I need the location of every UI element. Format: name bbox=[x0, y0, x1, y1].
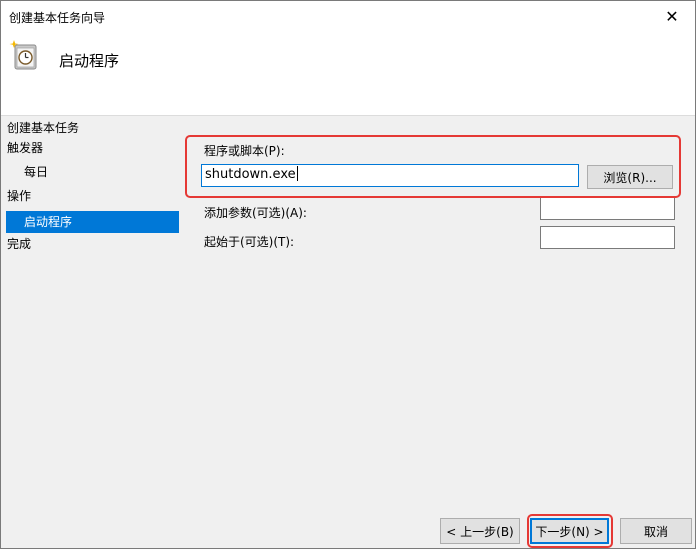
args-input[interactable] bbox=[540, 197, 675, 220]
text-caret bbox=[296, 166, 298, 181]
back-button[interactable]: < 上一步(B) bbox=[440, 518, 520, 544]
browse-button[interactable]: 浏览(R)... bbox=[587, 165, 673, 189]
cancel-button[interactable]: 取消 bbox=[620, 518, 692, 544]
step-start-program: 启动程序 bbox=[6, 211, 179, 233]
program-input-value: shutdown.exe bbox=[205, 167, 296, 182]
wizard-header: 启动程序 bbox=[1, 32, 695, 116]
step-create-basic-task: 创建基本任务 bbox=[7, 121, 80, 135]
close-button[interactable]: ✕ bbox=[649, 1, 695, 32]
window-title: 创建基本任务向导 bbox=[9, 11, 106, 25]
wizard-steps: 创建基本任务 触发器 每日 操作 启动程序 完成 bbox=[1, 117, 181, 417]
start-in-label: 起始于(可选)(T): bbox=[204, 235, 295, 249]
next-button[interactable]: 下一步(N) > bbox=[530, 518, 609, 544]
title-bar: 创建基本任务向导 ✕ bbox=[1, 1, 695, 32]
close-icon: ✕ bbox=[665, 7, 679, 26]
page-title: 启动程序 bbox=[59, 52, 120, 70]
start-in-input[interactable] bbox=[540, 226, 675, 249]
wizard-window: 创建基本任务向导 ✕ 启动程序 创建基本任务 触发器 每日 操作 启动程序 完成… bbox=[0, 0, 696, 549]
step-finish: 完成 bbox=[7, 237, 32, 251]
step-action: 操作 bbox=[7, 189, 32, 203]
task-clock-icon bbox=[9, 40, 37, 70]
step-daily: 每日 bbox=[24, 165, 49, 179]
step-trigger: 触发器 bbox=[7, 141, 44, 155]
args-label: 添加参数(可选)(A): bbox=[204, 206, 307, 220]
program-input[interactable]: shutdown.exe bbox=[201, 164, 579, 187]
program-label: 程序或脚本(P): bbox=[204, 144, 285, 158]
